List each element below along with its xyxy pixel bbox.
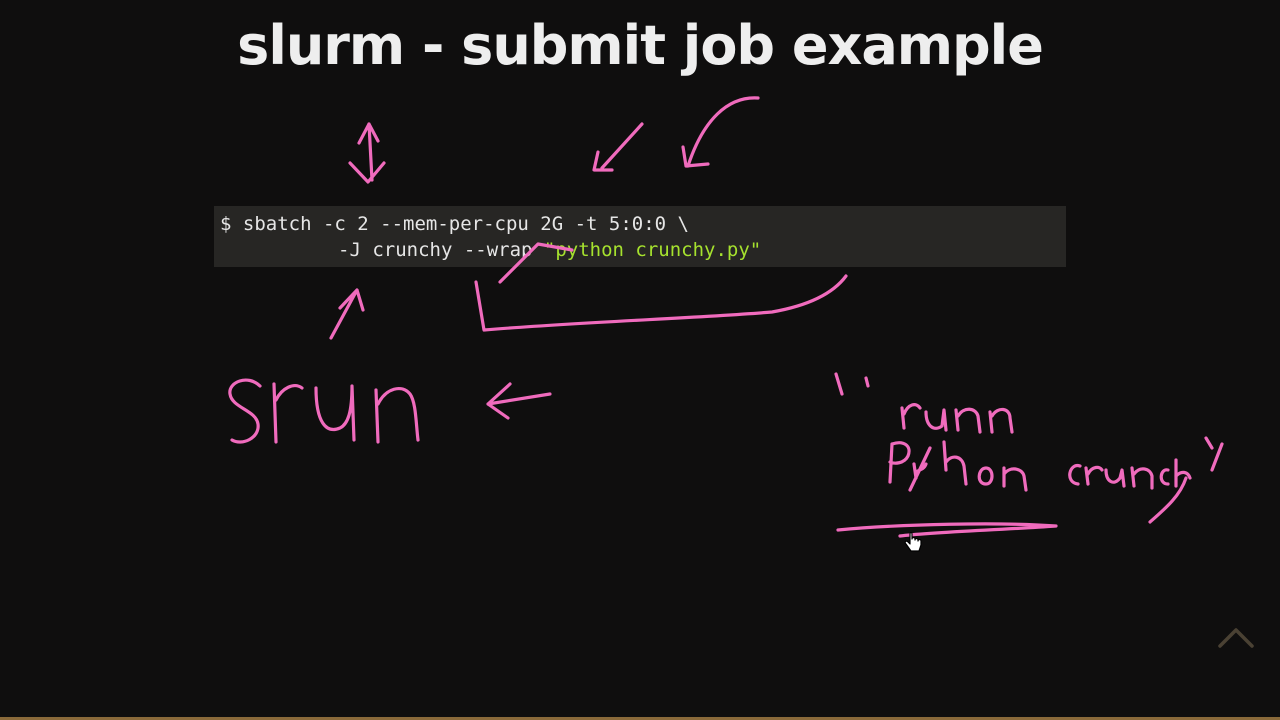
- ink-word-runn: [900, 403, 1014, 434]
- chevron-up-icon: [1218, 628, 1254, 648]
- ink-quote-close: [1204, 436, 1224, 472]
- ink-bracket-under: [474, 274, 848, 332]
- code-block: $ sbatch -c 2 --mem-per-cpu 2G -t 5:0:0 …: [214, 206, 1066, 267]
- code-line-1: $ sbatch -c 2 --mem-per-cpu 2G -t 5:0:0 …: [220, 213, 689, 235]
- slide-title: slurm - submit job example: [237, 14, 1044, 77]
- ink-arrow-curved-down-left: [681, 96, 760, 168]
- ink-arrow-up: [329, 288, 365, 340]
- hand-pointer-icon: [904, 531, 924, 554]
- ink-arrow-left: [486, 382, 552, 420]
- ink-underline: [836, 522, 1058, 538]
- ink-word-crunchy: [1068, 458, 1192, 524]
- code-line-2-args: -J crunchy --wrap: [338, 239, 544, 261]
- handwritten-annotations: [228, 96, 1224, 538]
- ink-word-srun: [228, 378, 420, 444]
- ink-arrow-up-down: [348, 122, 386, 184]
- code-line-2: -J crunchy --wrap "python crunchy.py": [220, 237, 1060, 263]
- slide: slurm - submit job example $ sbatch -c 2…: [0, 0, 1280, 720]
- ink-word-python: [888, 440, 1028, 492]
- code-line-2-string: "python crunchy.py": [543, 239, 762, 261]
- scroll-to-top-button[interactable]: [1214, 622, 1258, 652]
- ink-quote-open: [834, 372, 870, 396]
- ink-arrow-down-left-1: [592, 122, 644, 172]
